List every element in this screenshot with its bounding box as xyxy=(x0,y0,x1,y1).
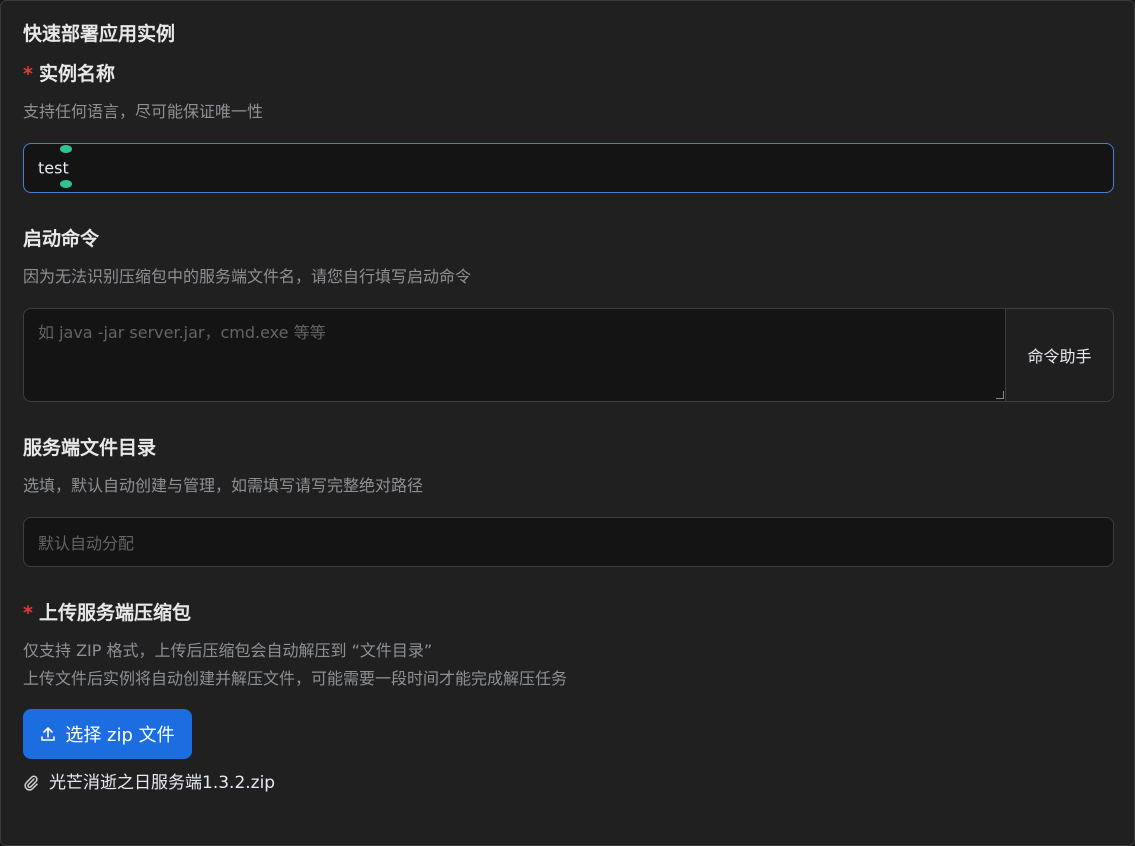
uploaded-file-name: 光芒消逝之日服务端1.3.2.zip xyxy=(49,773,276,793)
file-directory-description: 选填，默认自动创建与管理，如需填写请写完整绝对路径 xyxy=(23,476,424,495)
selection-handle-bottom[interactable] xyxy=(60,180,72,188)
select-zip-button-label: 选择 zip 文件 xyxy=(65,725,175,746)
selection-handle-top[interactable] xyxy=(60,145,72,153)
instance-name-description: 支持任何语言，尽可能保证唯一性 xyxy=(23,102,264,121)
instance-name-value: test xyxy=(38,158,69,178)
instance-name-label-text: 实例名称 xyxy=(38,63,115,85)
uploaded-file-item[interactable]: 光芒消逝之日服务端1.3.2.zip xyxy=(23,771,275,795)
required-mark: * xyxy=(23,602,33,624)
paperclip-icon xyxy=(24,775,38,791)
start-command-textarea[interactable]: 如 java -jar server.jar，cmd.exe 等等 命令助手 xyxy=(23,308,1114,402)
start-command-description: 因为无法识别压缩包中的服务端文件名，请您自行填写启动命令 xyxy=(23,267,472,286)
command-helper-button[interactable]: 命令助手 xyxy=(1005,309,1113,401)
start-command-label: 启动命令 xyxy=(23,228,100,250)
upload-description-line2: 上传文件后实例将自动创建并解压文件，可能需要一段时间才能完成解压任务 xyxy=(23,669,568,688)
file-directory-input[interactable]: 默认自动分配 xyxy=(23,517,1114,567)
upload-label-text: 上传服务端压缩包 xyxy=(38,602,191,624)
form-title: 快速部署应用实例 xyxy=(23,23,176,45)
deploy-form-panel: 快速部署应用实例 * 实例名称 支持任何语言，尽可能保证唯一性 test 启动命令… xyxy=(0,0,1135,846)
resize-handle[interactable] xyxy=(996,391,1004,399)
instance-name-label: * 实例名称 xyxy=(23,62,115,86)
upload-icon xyxy=(41,727,56,741)
upload-label: * 上传服务端压缩包 xyxy=(23,601,191,625)
file-directory-placeholder: 默认自动分配 xyxy=(38,534,135,553)
upload-description-line1: 仅支持 ZIP 格式，上传后压缩包会自动解压到 “文件目录” xyxy=(23,641,433,660)
file-directory-label: 服务端文件目录 xyxy=(23,437,157,459)
start-command-placeholder: 如 java -jar server.jar，cmd.exe 等等 xyxy=(38,323,326,342)
required-mark: * xyxy=(23,63,33,85)
instance-name-input[interactable]: test xyxy=(23,143,1114,193)
select-zip-button[interactable]: 选择 zip 文件 xyxy=(23,709,192,759)
